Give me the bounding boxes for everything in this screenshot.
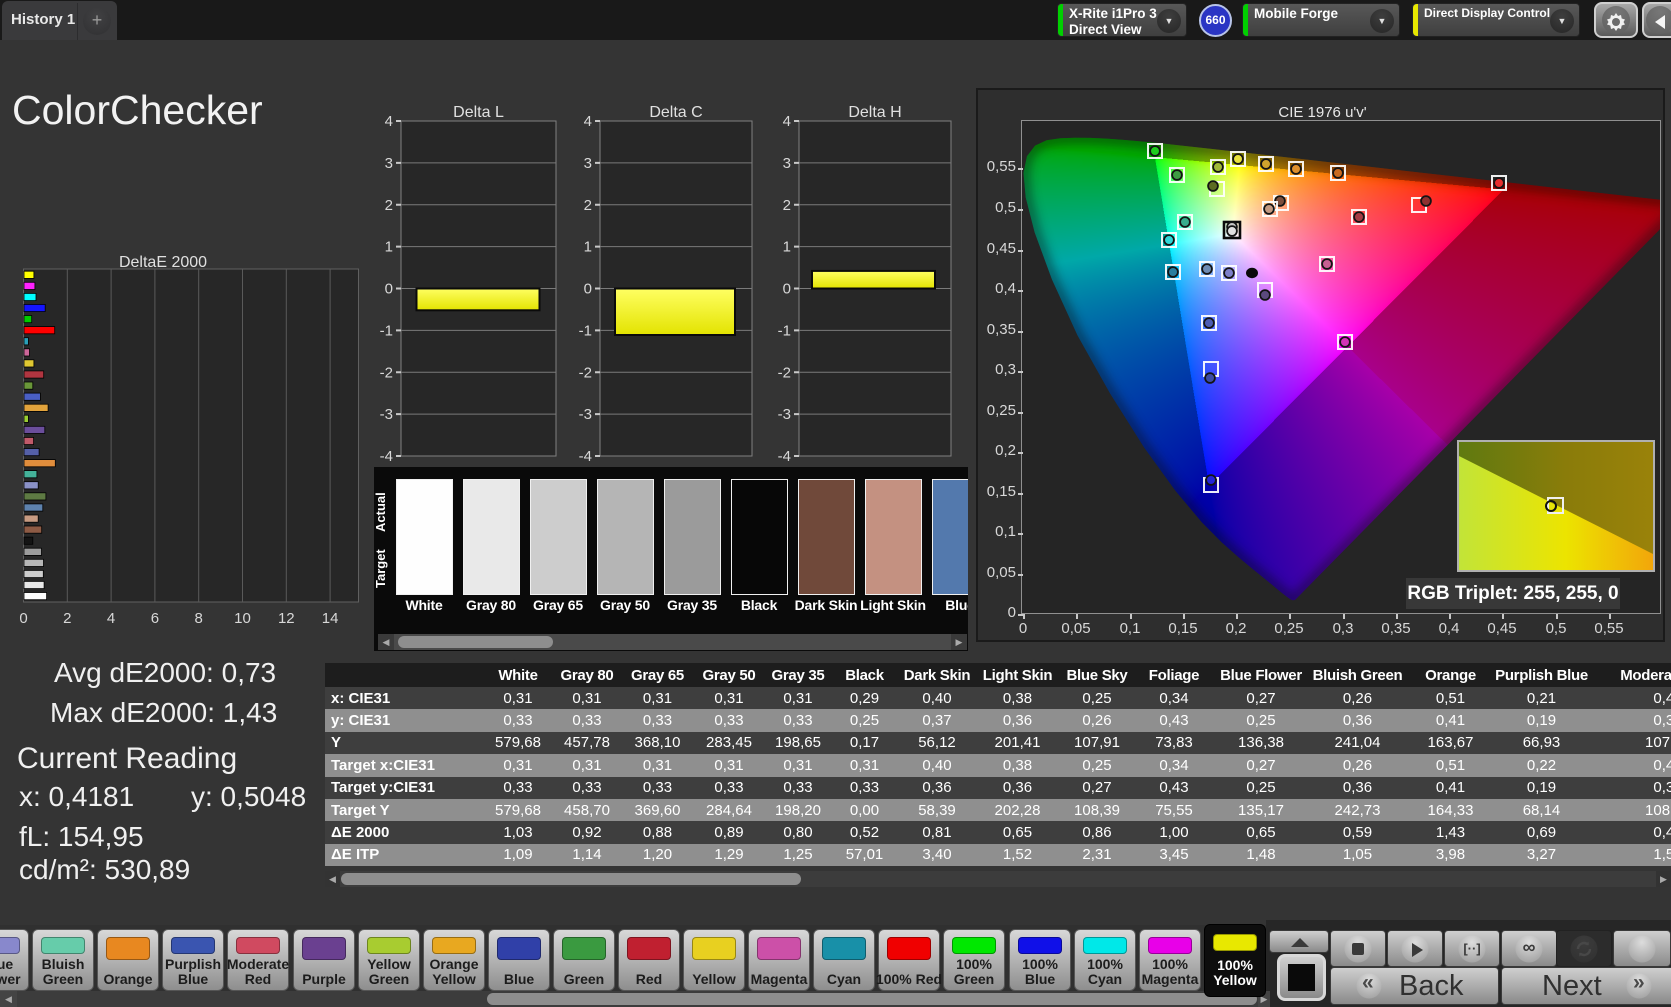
svg-text:2: 2 <box>783 197 791 214</box>
svg-text:3: 3 <box>385 155 393 172</box>
svg-text:4: 4 <box>107 610 115 627</box>
svg-text:-4: -4 <box>579 448 592 465</box>
svg-text:-2: -2 <box>380 364 393 381</box>
svg-text:Delta H: Delta H <box>848 104 901 121</box>
svg-text:14: 14 <box>322 610 339 627</box>
svg-text:-4: -4 <box>380 448 393 465</box>
svg-text:DeltaE 2000: DeltaE 2000 <box>119 254 207 271</box>
svg-text:-4: -4 <box>778 448 791 465</box>
svg-text:4: 4 <box>584 113 592 130</box>
svg-text:3: 3 <box>783 155 791 172</box>
svg-text:Delta L: Delta L <box>453 104 504 121</box>
svg-text:4: 4 <box>385 113 393 130</box>
svg-text:3: 3 <box>584 155 592 172</box>
svg-text:-3: -3 <box>579 406 592 423</box>
svg-text:4: 4 <box>783 113 791 130</box>
svg-text:2: 2 <box>63 610 71 627</box>
svg-text:8: 8 <box>195 610 203 627</box>
svg-text:6: 6 <box>151 610 159 627</box>
svg-text:12: 12 <box>278 610 295 627</box>
svg-text:-3: -3 <box>380 406 393 423</box>
svg-text:-2: -2 <box>778 364 791 381</box>
svg-text:10: 10 <box>234 610 251 627</box>
svg-text:1: 1 <box>385 239 393 256</box>
svg-text:Delta C: Delta C <box>649 104 702 121</box>
svg-text:1: 1 <box>783 239 791 256</box>
svg-text:0: 0 <box>19 610 27 627</box>
svg-text:-1: -1 <box>579 322 592 339</box>
svg-text:-2: -2 <box>579 364 592 381</box>
svg-text:0: 0 <box>385 281 393 298</box>
svg-text:2: 2 <box>584 197 592 214</box>
svg-text:-1: -1 <box>380 322 393 339</box>
svg-text:-1: -1 <box>778 322 791 339</box>
svg-text:0: 0 <box>783 281 791 298</box>
svg-text:0: 0 <box>584 281 592 298</box>
svg-text:1: 1 <box>584 239 592 256</box>
svg-text:2: 2 <box>385 197 393 214</box>
svg-text:-3: -3 <box>778 406 791 423</box>
